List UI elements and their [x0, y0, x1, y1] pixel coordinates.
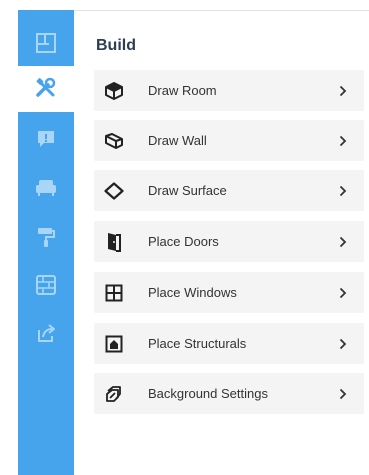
materials-icon [36, 275, 56, 295]
draw-wall-item[interactable]: Draw Wall [94, 120, 364, 161]
structural-icon [104, 334, 124, 354]
draw-room-label: Draw Room [148, 83, 217, 98]
paint-roller-icon [38, 228, 55, 247]
floorplan-icon [36, 33, 56, 53]
share-icon [38, 324, 55, 342]
draw-surface-label: Draw Surface [148, 183, 227, 198]
furniture-icon [36, 180, 56, 196]
wall-icon [104, 131, 124, 151]
notes-icon [38, 131, 54, 147]
chevron-right-icon [338, 134, 348, 148]
door-icon [104, 232, 124, 252]
panel-title: Build [96, 37, 136, 54]
draw-wall-label: Draw Wall [148, 133, 207, 148]
surface-icon [104, 181, 124, 201]
place-structurals-label: Place Structurals [148, 336, 247, 351]
draw-surface-item[interactable]: Draw Surface [94, 170, 364, 211]
chevron-right-icon [338, 387, 348, 401]
sidebar-item-notes[interactable] [18, 116, 74, 162]
chevron-right-icon [338, 84, 348, 98]
chevron-right-icon [338, 184, 348, 198]
place-windows-label: Place Windows [148, 285, 237, 300]
sidebar-item-floorplan[interactable] [18, 20, 74, 66]
sidebar-item-furniture[interactable] [18, 164, 74, 210]
place-doors-label: Place Doors [148, 234, 219, 249]
sidebar-item-materials[interactable] [18, 262, 74, 308]
window-icon [104, 283, 124, 303]
place-windows-item[interactable]: Place Windows [94, 272, 364, 313]
sidebar-item-build[interactable] [18, 66, 74, 112]
background-settings-icon [104, 384, 124, 404]
chevron-right-icon [338, 286, 348, 300]
build-panel: Build Draw Room Draw Wall Draw Surface P… [74, 10, 369, 475]
sidebar [18, 10, 74, 475]
background-settings-item[interactable]: Background Settings [94, 373, 364, 414]
chevron-right-icon [338, 235, 348, 249]
chevron-right-icon [338, 337, 348, 351]
sidebar-item-paint[interactable] [18, 214, 74, 260]
build-tools-icon [36, 77, 56, 97]
draw-room-item[interactable]: Draw Room [94, 70, 364, 111]
room-cube-icon [104, 81, 124, 101]
place-structurals-item[interactable]: Place Structurals [94, 323, 364, 364]
background-settings-label: Background Settings [148, 386, 268, 401]
sidebar-item-share[interactable] [18, 310, 74, 356]
place-doors-item[interactable]: Place Doors [94, 221, 364, 262]
